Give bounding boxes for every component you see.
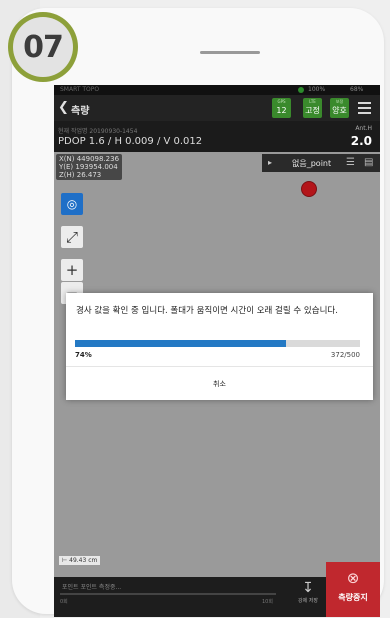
info-bar: 현재 작업명 20190930-1454 PDOP 1.6 / H 0.009 … xyxy=(54,121,380,152)
step-badge-inner: 07 xyxy=(13,17,73,77)
antenna-height-label: Ant.H xyxy=(355,125,372,132)
chevron-left-icon[interactable]: ❮ xyxy=(58,100,69,115)
chip-gps[interactable]: GPS 12 xyxy=(272,98,291,118)
session-label: 현재 작업명 20190930-1454 xyxy=(58,128,138,135)
phone-speaker xyxy=(200,51,260,54)
point-bar: ▸ 없음_point ☰ ▤ xyxy=(262,154,380,172)
measure-count-track xyxy=(60,593,276,595)
progress-count: 372/500 xyxy=(330,351,360,359)
force-save-button[interactable]: ↧ 강제 저장 xyxy=(288,579,328,615)
chip-correction[interactable]: 보정 양호 xyxy=(330,98,349,118)
cancel-button[interactable]: 취소 xyxy=(66,367,373,400)
top-bar: ❮ 측량 GPS 12 LTE 고정 보정 양호 xyxy=(54,95,380,121)
current-position-marker[interactable] xyxy=(301,181,317,197)
stop-survey-button[interactable]: ⊗ 측량중지 xyxy=(326,562,380,617)
expand-arrow-icon[interactable]: ▸ xyxy=(268,158,272,167)
step-number: 07 xyxy=(23,29,64,65)
stop-icon: ⊗ xyxy=(346,569,360,587)
precision-readout: PDOP 1.6 / H 0.009 / V 0.012 xyxy=(58,136,203,147)
progress-percent: 74% xyxy=(75,351,92,359)
chip-correction-value: 양호 xyxy=(332,106,347,115)
antenna-height-value[interactable]: 2.0 xyxy=(351,134,372,148)
zoom-in-icon[interactable]: + xyxy=(61,259,83,281)
dialog-message: 경사 값을 확인 중 입니다. 폴대가 움직이면 시간이 오래 걸릴 수 있습니… xyxy=(76,306,338,316)
chip-lte-value: 고정 xyxy=(305,106,320,115)
progress-track xyxy=(75,340,360,347)
carrier-label: SMART TOPO xyxy=(60,86,100,93)
stop-survey-label: 측량중지 xyxy=(338,593,368,602)
chip-lte-title: LTE xyxy=(309,99,316,104)
status-bar: SMART TOPO 100% 68% xyxy=(54,85,380,95)
hamburger-icon[interactable] xyxy=(358,102,371,114)
coord-y: Y(E) 193954.004 xyxy=(59,163,118,171)
chip-lte[interactable]: LTE 고정 xyxy=(303,98,322,118)
trash-icon[interactable]: ▤ xyxy=(364,157,373,168)
signal-dot-icon xyxy=(298,87,304,93)
bottom-bar: 포인트 포인트 측정중... 0회 10회 ↧ 강제 저장 ⊗ 측량중지 xyxy=(54,562,380,617)
progress-dialog: 경사 값을 확인 중 입니다. 폴대가 움직이면 시간이 오래 걸릴 수 있습니… xyxy=(66,293,373,400)
scale-value: 49.43 cm xyxy=(69,557,98,564)
coord-x: X(N) 449098.236 xyxy=(59,155,120,163)
progress-fill xyxy=(75,340,286,347)
range-min: 0회 xyxy=(60,599,68,605)
chip-correction-title: 보정 xyxy=(335,99,344,104)
chip-gps-value: 12 xyxy=(276,106,287,115)
chip-gps-title: GPS xyxy=(277,99,286,104)
signal-label: 100% xyxy=(308,86,326,93)
layers-icon[interactable]: ☰ xyxy=(346,157,355,168)
battery-label: 68% xyxy=(350,86,364,93)
page-title[interactable]: 측량 xyxy=(71,102,89,117)
point-name[interactable]: 없음_point xyxy=(292,158,331,169)
map-scale: ⊢ 49.43 cm xyxy=(59,556,101,565)
coord-z: Z(H) 26.473 xyxy=(59,171,102,179)
force-save-label: 강제 저장 xyxy=(298,598,318,604)
measuring-status: 포인트 포인트 측정중... xyxy=(62,584,122,591)
download-icon: ↧ xyxy=(302,580,314,596)
fullscreen-icon[interactable]: ⤢ xyxy=(61,226,83,248)
step-badge: 07 xyxy=(8,12,78,82)
coordinate-readout: X(N) 449098.236 Y(E) 193954.004 Z(H) 26.… xyxy=(56,154,123,180)
range-max: 10회 xyxy=(262,599,273,605)
locate-icon[interactable]: ◎ xyxy=(61,193,83,215)
